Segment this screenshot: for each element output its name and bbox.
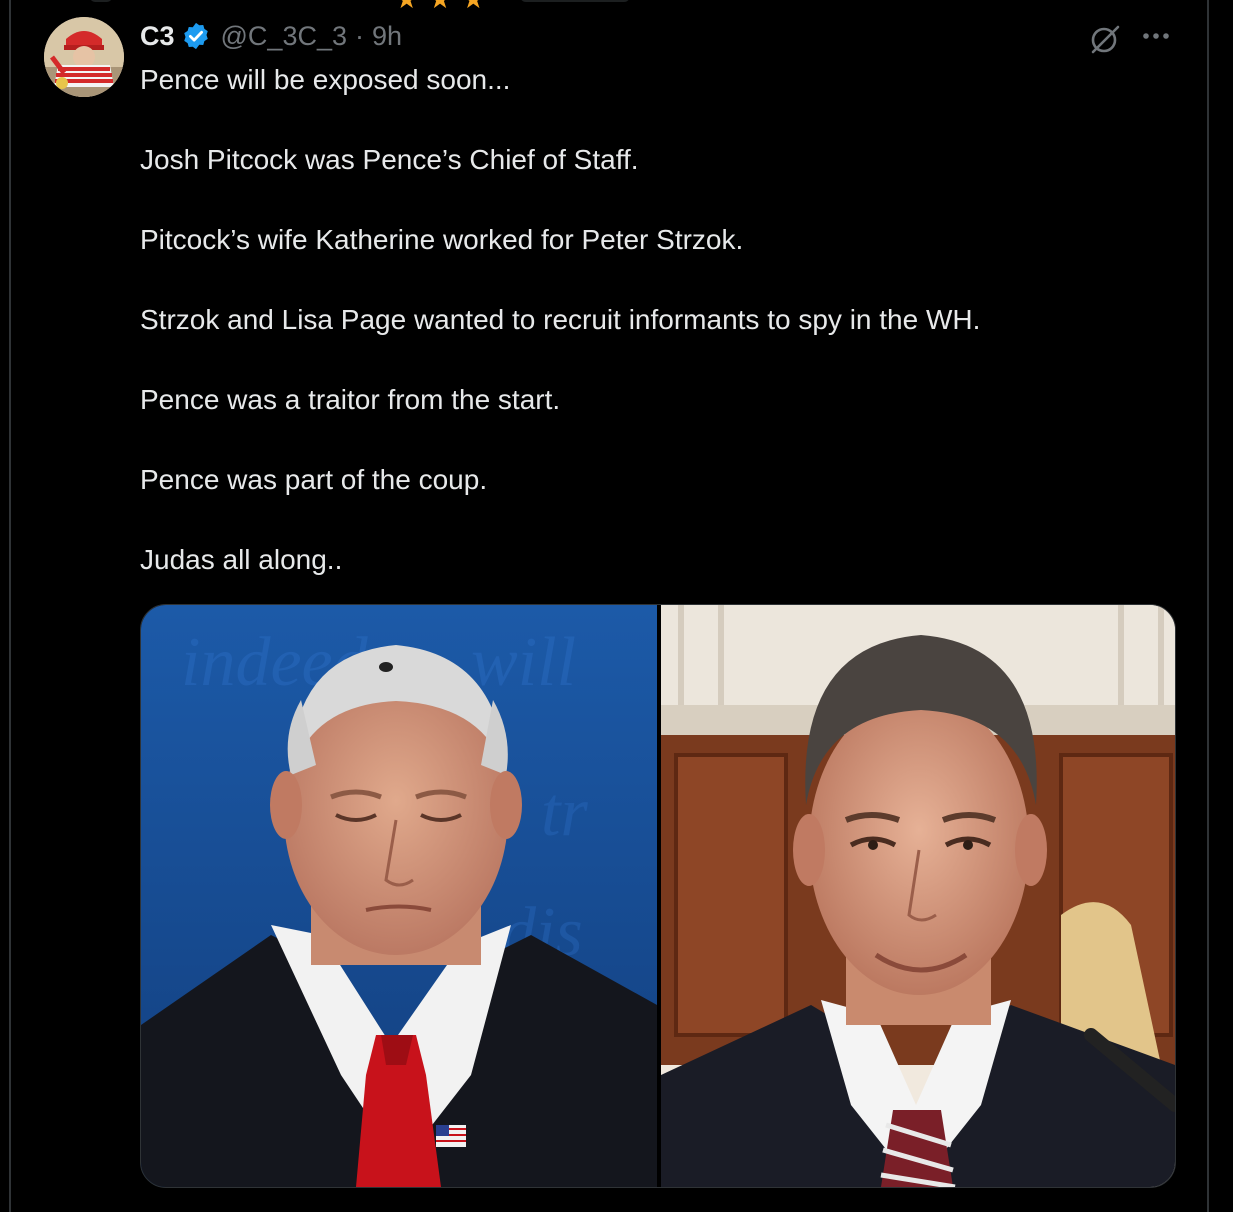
previous-tweet-remnant bbox=[90, 0, 112, 2]
timeline-border-right bbox=[1207, 0, 1209, 1212]
more-options-icon[interactable] bbox=[1138, 24, 1174, 48]
tweet-paragraph: Strzok and Lisa Page wanted to recruit i… bbox=[140, 304, 981, 335]
grok-icon[interactable] bbox=[1088, 22, 1122, 56]
svg-text:will: will bbox=[471, 624, 576, 701]
star-icon: ★ bbox=[395, 0, 418, 12]
svg-text:tr: tr bbox=[541, 774, 588, 851]
tweet-media[interactable]: indeed will tr dis bbox=[140, 604, 1176, 1188]
verified-badge-icon bbox=[181, 21, 211, 51]
photo-right[interactable] bbox=[661, 605, 1175, 1187]
tweet-paragraph: Pence was a traitor from the start. bbox=[140, 384, 561, 415]
tweet-paragraph: Pence will be exposed soon... bbox=[140, 64, 511, 95]
tweet-paragraph: Pence was part of the coup. bbox=[140, 464, 488, 495]
avatar-image bbox=[44, 17, 124, 97]
star-icon: ★ bbox=[428, 0, 451, 12]
tweet-paragraph: Judas all along.. bbox=[140, 544, 343, 575]
tweet-paragraph: Josh Pitcock was Pence’s Chief of Staff. bbox=[140, 144, 639, 175]
author-name[interactable]: C3 bbox=[140, 21, 175, 52]
previous-tweet-remnant bbox=[520, 0, 630, 2]
photo-left[interactable]: indeed will tr dis bbox=[141, 605, 657, 1187]
previous-tweet-stars: ★ ★ ★ bbox=[395, 0, 485, 12]
tweet-timestamp[interactable]: 9h bbox=[372, 21, 402, 52]
tweet-text: Pence will be exposed soon... Josh Pitco… bbox=[140, 60, 1180, 580]
star-icon: ★ bbox=[462, 0, 485, 12]
header-separator: · bbox=[355, 20, 364, 51]
avatar[interactable] bbox=[44, 17, 124, 97]
tweet-header: C3 @C_3C_3 · 9h bbox=[140, 18, 402, 54]
author-handle[interactable]: @C_3C_3 bbox=[221, 21, 347, 52]
timeline-border-left bbox=[9, 0, 11, 1212]
tweet-paragraph: Pitcock’s wife Katherine worked for Pete… bbox=[140, 224, 744, 255]
